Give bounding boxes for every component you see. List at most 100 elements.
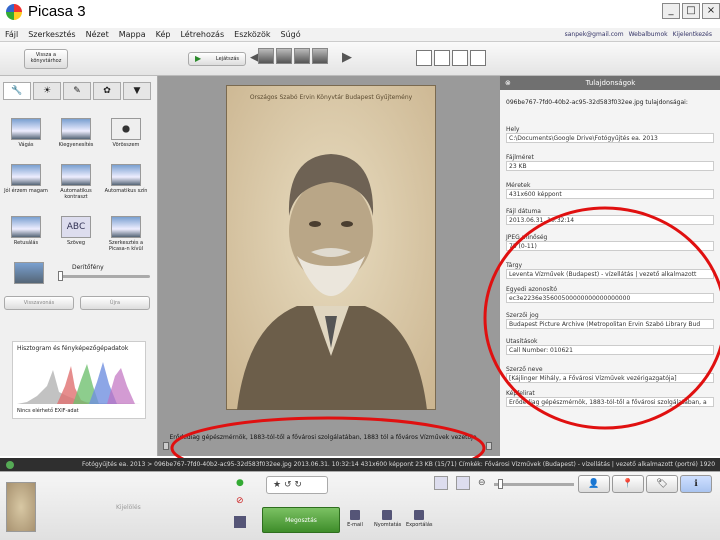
close-button[interactable]: × <box>702 3 720 19</box>
play-label: Lejátszás <box>215 56 239 62</box>
auto-color-tool[interactable]: Automatikus szín <box>104 164 148 194</box>
export-button[interactable]: Exportálás <box>406 510 433 528</box>
map-icon[interactable] <box>456 476 470 490</box>
retouch-tool[interactable]: Retusálás <box>4 216 48 246</box>
prop-unique-id: Egyedi azonosító ec3e2236e356005000000000… <box>506 286 714 303</box>
toolbar: Vissza a könyvtárhoz ▶ Lejátszás ◀ ▶ <box>0 42 720 76</box>
prop-dimensions: Méretek 431x600 képpont <box>506 182 714 199</box>
caption-scroll-right[interactable] <box>486 442 492 450</box>
sign-out-link[interactable]: Kijelentkezés <box>673 31 712 38</box>
people-panel-button[interactable]: 👤 <box>578 475 610 493</box>
bottom-bar: Kijelölés ● ⊘ ★ ↺ ↻ Megosztás E-mail Nyo… <box>0 471 720 540</box>
thumbnail[interactable] <box>294 48 310 64</box>
print-icon <box>382 510 392 520</box>
thumbnail[interactable] <box>312 48 328 64</box>
close-properties-icon[interactable]: ⊗ <box>505 76 511 90</box>
menu-picture[interactable]: Kép <box>151 30 176 39</box>
redeye-tool[interactable]: Vörösszem <box>104 118 148 148</box>
prop-copyright: Szerzői jog Budapest Picture Archive (Met… <box>506 312 714 329</box>
straighten-icon <box>61 118 91 140</box>
zoom-out-icon[interactable]: ⊖ <box>478 478 486 488</box>
caption-scroll-left[interactable] <box>163 442 169 450</box>
file-id: 096be767-7fd0-40b2-ac95-32d583f032ee.jpg… <box>506 99 688 106</box>
selection-thumbnail[interactable] <box>6 482 36 532</box>
effects-3-tab[interactable]: ▼ <box>123 82 151 100</box>
title-bar: Picasa 3 _ □ × <box>0 0 720 28</box>
status-indicator-icon <box>6 461 14 469</box>
back-to-library-button[interactable]: Vissza a könyvtárhoz <box>24 49 68 69</box>
play-icon: ▶ <box>195 54 202 63</box>
prop-instructions: Utasítások Call Number: 010621 <box>506 338 714 355</box>
thumbnail[interactable] <box>258 48 274 64</box>
actual-size-icon[interactable] <box>434 50 450 66</box>
brush-icon: ✎ <box>73 86 81 96</box>
grid-view-icon[interactable] <box>470 50 486 66</box>
account-links: sanpek@gmail.com Webalbumok Kijelentkezé… <box>565 31 720 38</box>
tuning-icon: ☀ <box>42 86 52 96</box>
places-panel-button[interactable]: 📍 <box>612 475 644 493</box>
tint-icon: ▼ <box>133 86 141 96</box>
people-icon[interactable] <box>434 476 448 490</box>
straighten-tool[interactable]: Kiegyenesítés <box>54 118 98 148</box>
fit-view-icon[interactable] <box>416 50 432 66</box>
eye-icon <box>111 118 141 140</box>
add-to-album-icon[interactable] <box>234 516 246 528</box>
external-edit-tool[interactable]: Szerkesztés a Picasa-n kívül <box>104 216 148 252</box>
tags-panel-button[interactable]: 🏷 <box>646 475 678 493</box>
filmstrip-thumbnails <box>258 48 328 64</box>
menu-bar: Fájl Szerkesztés Nézet Mappa Kép Létreho… <box>0 28 720 42</box>
exif-note: Nincs elérhető EXIF-adat <box>17 408 79 414</box>
tag-icon: 🏷 <box>656 479 668 489</box>
auto-contrast-tool[interactable]: Automatikus kontraszt <box>54 164 98 200</box>
info-panel-button[interactable]: ℹ <box>680 475 712 493</box>
auto-color-icon <box>111 164 141 186</box>
edit-actions-group[interactable]: ★ ↺ ↻ <box>266 476 328 494</box>
basic-fixes-tab[interactable]: 🔧 <box>3 82 31 100</box>
undo-button[interactable]: Visszavonás <box>4 296 74 310</box>
minimize-button[interactable]: _ <box>662 3 680 19</box>
prop-location: Hely C:\Documents\Google Drive\Fotógyűjté… <box>506 126 714 143</box>
prop-author: Szerző neve [Kájlinger Mihály, a Fővárosi… <box>506 366 714 383</box>
email-icon <box>350 510 360 520</box>
next-arrow-icon[interactable]: ▶ <box>342 50 352 65</box>
feeling-lucky-tool[interactable]: Jól érzem magam <box>4 164 48 194</box>
photo-caption[interactable]: Erődediag gépészmérnök, 1883-tól-től a f… <box>168 434 478 454</box>
properties-header: Tulajdonságok ⊗ <box>500 76 720 90</box>
account-email[interactable]: sanpek@gmail.com <box>565 31 624 38</box>
compare-view-icon[interactable] <box>452 50 468 66</box>
zoom-slider[interactable] <box>494 483 574 486</box>
print-button[interactable]: Nyomtatás <box>374 510 401 528</box>
redo-button[interactable]: Újra <box>80 296 150 310</box>
web-albums-link[interactable]: Webalbumok <box>629 31 668 38</box>
menu-edit[interactable]: Szerkesztés <box>23 30 80 39</box>
menu-view[interactable]: Nézet <box>81 30 114 39</box>
prop-jpeg-quality: JPEG minőség 75 (0-11) <box>506 234 714 251</box>
menu-create[interactable]: Létrehozás <box>175 30 229 39</box>
location-pin-icon: 📍 <box>622 479 634 489</box>
retouch-icon <box>11 216 41 238</box>
window-controls: _ □ × <box>662 3 720 19</box>
play-slideshow-button[interactable]: ▶ Lejátszás <box>188 52 246 66</box>
effects-2-tab[interactable]: ✿ <box>93 82 121 100</box>
clear-icon[interactable]: ⊘ <box>236 496 244 506</box>
maximize-button[interactable]: □ <box>682 3 700 19</box>
histogram-box: Hisztogram és fényképezőgépadatok Nincs … <box>12 341 146 419</box>
tuning-tab[interactable]: ☀ <box>33 82 61 100</box>
effects-tab[interactable]: ✎ <box>63 82 91 100</box>
hold-icon[interactable]: ● <box>236 478 244 488</box>
text-tool[interactable]: ABC Szöveg <box>54 216 98 246</box>
menu-file[interactable]: Fájl <box>0 30 23 39</box>
menu-help[interactable]: Súgó <box>276 30 306 39</box>
fill-light-preview <box>14 262 44 284</box>
menu-tools[interactable]: Eszközök <box>229 30 275 39</box>
email-button[interactable]: E-mail <box>342 510 368 528</box>
selection-label: Kijelölés <box>116 504 141 511</box>
slider-handle[interactable] <box>58 271 63 281</box>
zoom-slider-handle[interactable] <box>498 479 503 489</box>
fill-light-slider[interactable] <box>58 275 150 278</box>
effects-icon: ✿ <box>103 86 111 96</box>
menu-folder[interactable]: Mappa <box>114 30 151 39</box>
share-button[interactable]: Megosztás <box>262 507 340 533</box>
thumbnail[interactable] <box>276 48 292 64</box>
crop-tool[interactable]: Vágás <box>4 118 48 148</box>
